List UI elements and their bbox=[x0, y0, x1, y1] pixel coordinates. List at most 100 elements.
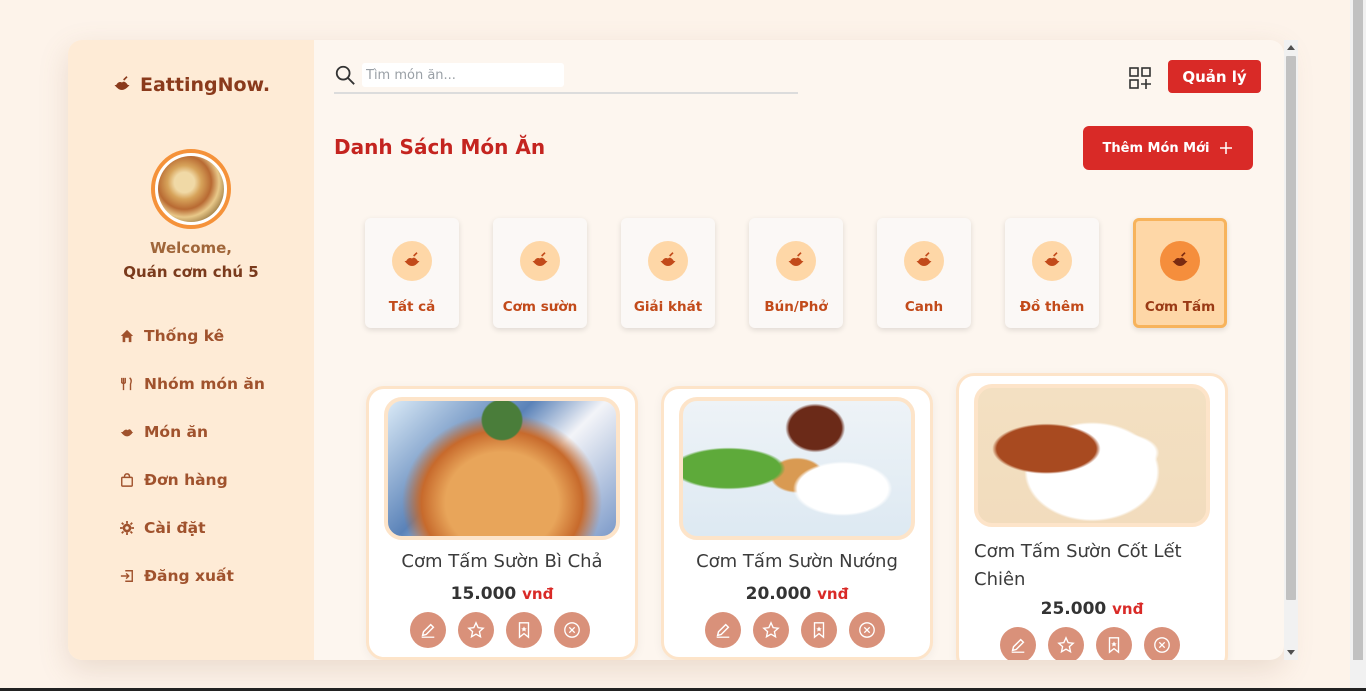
dish-price: 20.000 vnđ bbox=[664, 584, 930, 604]
food-bowl-icon bbox=[1032, 241, 1072, 281]
category-canh[interactable]: Canh bbox=[877, 218, 971, 328]
bookmark-button[interactable] bbox=[1096, 627, 1132, 660]
edit-button[interactable] bbox=[410, 612, 446, 648]
utensils-icon bbox=[121, 377, 132, 391]
category-label: Giải khát bbox=[633, 299, 703, 315]
edit-icon bbox=[421, 623, 435, 638]
category-giai-khat[interactable]: Giải khát bbox=[621, 218, 715, 328]
dish-card[interactable]: Cơm Tấm Sườn Nướng 20.000 vnđ bbox=[661, 386, 933, 660]
bookmark-icon bbox=[518, 622, 530, 639]
food-bowl-icon bbox=[648, 241, 688, 281]
category-label: Tất cả bbox=[388, 299, 436, 315]
dish-card[interactable]: Cơm Tấm Sườn Bì Chả 15.000 vnđ bbox=[366, 386, 638, 660]
star-icon bbox=[1057, 636, 1075, 654]
dish-price: 25.000 vnđ bbox=[959, 599, 1225, 619]
sidebar-item-label: Nhóm món ăn bbox=[144, 375, 265, 393]
sidebar-item-settings[interactable]: Cài đặt bbox=[120, 504, 265, 552]
sidebar-item-dishes[interactable]: Món ăn bbox=[120, 408, 265, 456]
dish-price-unit: vnđ bbox=[1112, 600, 1144, 618]
food-bowl-icon bbox=[114, 76, 130, 90]
dish-price-value: 25.000 bbox=[1040, 599, 1107, 619]
edit-button[interactable] bbox=[705, 612, 741, 648]
sidebar-menu: Thống kê Nhóm món ăn Món ăn Đơn hàng Cài… bbox=[120, 312, 265, 600]
page-scroll-thumb[interactable] bbox=[1353, 0, 1363, 660]
dish-name: Cơm Tấm Sườn Cốt Lết Chiên bbox=[974, 538, 1214, 594]
scroll-up-arrow-icon[interactable] bbox=[1287, 45, 1295, 50]
dish-actions bbox=[1000, 627, 1180, 660]
dish-price-unit: vnđ bbox=[522, 585, 554, 603]
category-label: Đồ thêm bbox=[1019, 299, 1085, 315]
category-list: Tất cả Cơm sườn Giải khát Bún/Phở Canh Đ… bbox=[365, 218, 1227, 328]
bookmark-icon bbox=[1108, 637, 1120, 654]
category-all[interactable]: Tất cả bbox=[365, 218, 459, 328]
bookmark-icon bbox=[813, 622, 825, 639]
sidebar-item-label: Cài đặt bbox=[144, 519, 206, 537]
search-input[interactable] bbox=[362, 63, 564, 87]
star-icon bbox=[467, 621, 485, 639]
dish-name-line1: Cơm Tấm Sườn Cốt Lết bbox=[974, 541, 1182, 562]
scroll-down-arrow-icon[interactable] bbox=[1287, 650, 1295, 655]
logout-icon bbox=[120, 570, 133, 582]
content-scrollbar[interactable] bbox=[1284, 40, 1298, 660]
add-dish-button[interactable]: Thêm Món Mới bbox=[1083, 126, 1253, 170]
close-circle-icon bbox=[859, 622, 875, 638]
sidebar-item-statistics[interactable]: Thống kê bbox=[120, 312, 265, 360]
dish-actions bbox=[410, 612, 590, 648]
bookmark-button[interactable] bbox=[801, 612, 837, 648]
edit-icon bbox=[716, 623, 730, 638]
favorite-button[interactable] bbox=[1048, 627, 1084, 660]
dish-image bbox=[974, 384, 1210, 527]
bookmark-button[interactable] bbox=[506, 612, 542, 648]
manage-button[interactable]: Quản lý bbox=[1168, 60, 1261, 93]
sidebar: EattingNow. Welcome, Quán cơm chú 5 Thốn… bbox=[68, 40, 314, 660]
favorite-button[interactable] bbox=[753, 612, 789, 648]
scroll-thumb[interactable] bbox=[1286, 56, 1296, 600]
dish-name: Cơm Tấm Sườn Bì Chả bbox=[401, 551, 603, 572]
favorite-button[interactable] bbox=[458, 612, 494, 648]
delete-button[interactable] bbox=[1144, 627, 1180, 660]
bag-icon bbox=[121, 473, 133, 487]
sidebar-item-label: Thống kê bbox=[144, 327, 225, 345]
close-circle-icon bbox=[564, 622, 580, 638]
sidebar-item-label: Món ăn bbox=[144, 423, 208, 441]
search-icon[interactable] bbox=[334, 64, 356, 86]
page-title: Danh Sách Món Ăn bbox=[334, 135, 546, 159]
food-bowl-icon bbox=[392, 241, 432, 281]
category-label: Cơm sườn bbox=[502, 299, 578, 315]
sidebar-item-logout[interactable]: Đăng xuất bbox=[120, 552, 265, 600]
dish-card[interactable]: Cơm Tấm Sườn Cốt Lết Chiên 25.000 vnđ bbox=[956, 373, 1228, 660]
shop-name: Quán cơm chú 5 bbox=[123, 263, 259, 281]
delete-button[interactable] bbox=[554, 612, 590, 648]
category-label: Cơm Tấm bbox=[1144, 299, 1216, 315]
avatar-image bbox=[158, 156, 224, 222]
dish-price-value: 20.000 bbox=[745, 584, 812, 604]
plus-icon bbox=[1220, 142, 1233, 154]
delete-button[interactable] bbox=[849, 612, 885, 648]
dish-name-line2: Chiên bbox=[974, 569, 1026, 590]
category-com-suon[interactable]: Cơm sườn bbox=[493, 218, 587, 328]
brand-name: EattingNow. bbox=[140, 74, 271, 96]
grid-add-icon[interactable] bbox=[1129, 67, 1151, 89]
category-do-them[interactable]: Đồ thêm bbox=[1005, 218, 1099, 328]
category-label: Bún/Phở bbox=[764, 299, 828, 315]
page-scrollbar[interactable] bbox=[1350, 0, 1366, 691]
dish-name: Cơm Tấm Sườn Nướng bbox=[696, 551, 898, 572]
search-bar bbox=[334, 58, 798, 94]
avatar bbox=[151, 149, 231, 229]
sidebar-item-food-groups[interactable]: Nhóm món ăn bbox=[120, 360, 265, 408]
brand-logo[interactable]: EattingNow. bbox=[112, 74, 270, 96]
dish-actions bbox=[705, 612, 885, 648]
food-bowl-icon bbox=[1160, 241, 1200, 281]
edit-button[interactable] bbox=[1000, 627, 1036, 660]
dish-image bbox=[384, 397, 620, 540]
sidebar-item-orders[interactable]: Đơn hàng bbox=[120, 456, 265, 504]
gear-icon bbox=[120, 521, 134, 535]
sidebar-item-label: Đăng xuất bbox=[144, 567, 234, 585]
add-dish-label: Thêm Món Mới bbox=[1102, 140, 1210, 156]
category-bun-pho[interactable]: Bún/Phở bbox=[749, 218, 843, 328]
food-bowl-icon bbox=[520, 241, 560, 281]
sidebar-item-label: Đơn hàng bbox=[144, 471, 228, 489]
food-bowl-icon bbox=[904, 241, 944, 281]
dish-price: 15.000 vnđ bbox=[369, 584, 635, 604]
category-com-tam[interactable]: Cơm Tấm bbox=[1133, 218, 1227, 328]
